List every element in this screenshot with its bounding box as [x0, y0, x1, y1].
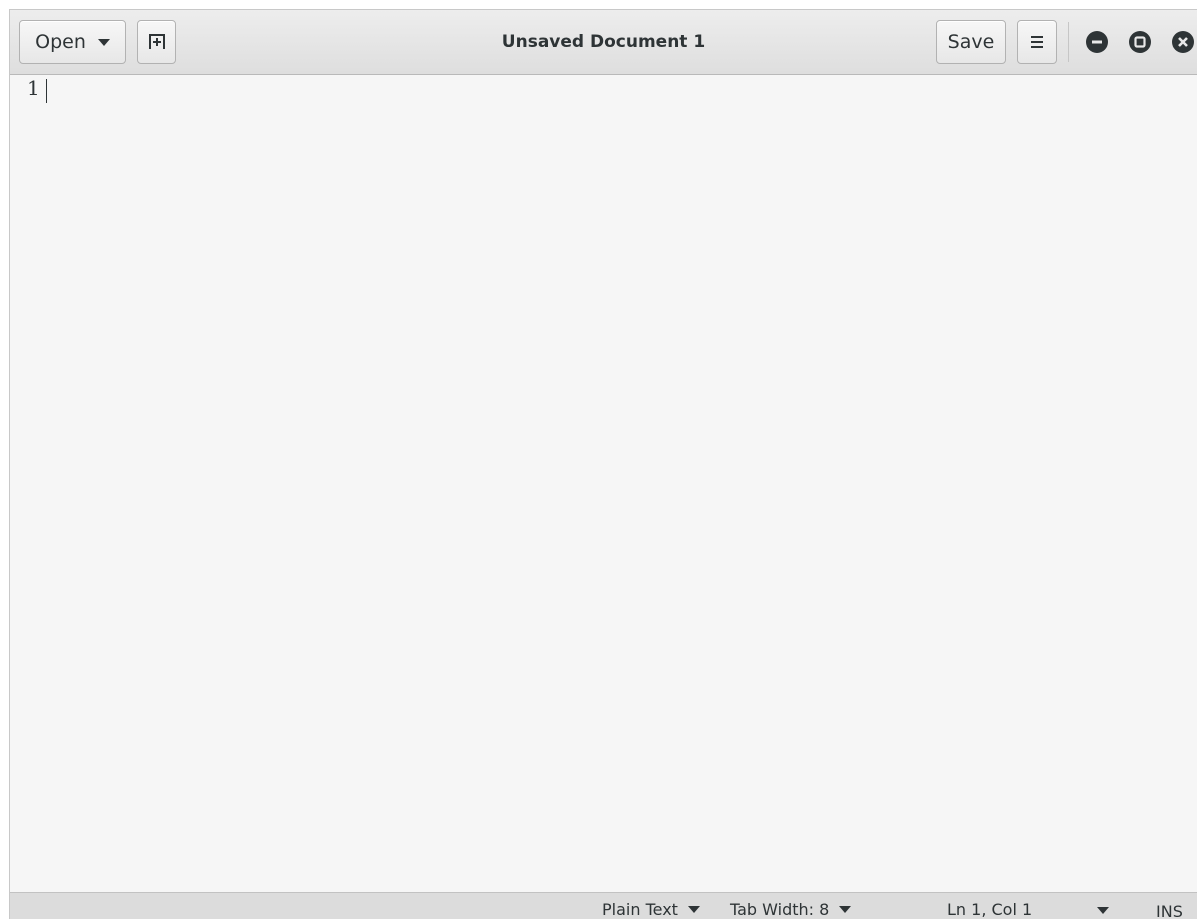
insert-mode-label: INS	[1156, 902, 1183, 919]
maximize-icon	[1134, 36, 1146, 48]
menu-button[interactable]	[1017, 20, 1057, 64]
text-cursor	[46, 79, 47, 103]
insert-mode-indicator: INS	[1156, 902, 1183, 919]
close-button[interactable]	[1172, 31, 1194, 53]
chevron-down-icon	[1097, 907, 1109, 914]
status-bar: Plain Text Tab Width: 8 Ln 1, Col 1 INS	[10, 892, 1197, 919]
text-editor-area[interactable]: 1	[10, 75, 1197, 892]
minimize-button[interactable]	[1086, 31, 1108, 53]
tab-width-label: Tab Width: 8	[730, 900, 830, 919]
hamburger-menu-icon	[1031, 36, 1043, 48]
position-menu-button[interactable]	[1097, 907, 1109, 914]
chevron-down-icon	[839, 906, 852, 913]
line-number: 1	[27, 76, 40, 100]
header-bar: Open Unsaved Document 1 Save	[10, 10, 1197, 75]
language-label: Plain Text	[602, 900, 678, 919]
minimize-icon	[1092, 40, 1102, 44]
cursor-position-label: Ln 1, Col 1	[947, 900, 1033, 919]
language-selector[interactable]: Plain Text	[602, 900, 700, 919]
tab-width-selector[interactable]: Tab Width: 8	[730, 900, 852, 919]
header-separator	[1068, 22, 1069, 62]
cursor-position[interactable]: Ln 1, Col 1	[947, 900, 1032, 919]
editor-window: Open Unsaved Document 1 Save 1 Plain Tex…	[9, 9, 1197, 919]
chevron-down-icon	[687, 906, 700, 913]
close-icon	[1178, 37, 1188, 47]
save-button[interactable]: Save	[936, 20, 1006, 64]
maximize-button[interactable]	[1129, 31, 1151, 53]
